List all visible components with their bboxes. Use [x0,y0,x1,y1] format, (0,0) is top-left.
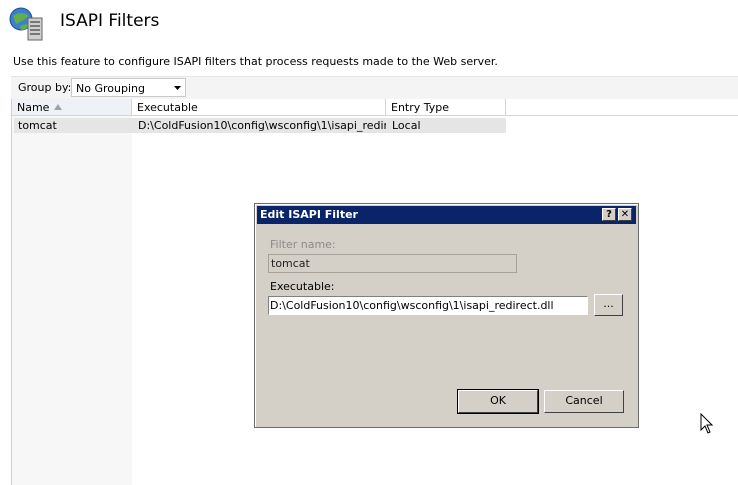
cell-entry-type: Local [392,119,421,132]
column-header-executable[interactable]: Executable [132,99,386,116]
page-description: Use this feature to configure ISAPI filt… [13,55,498,68]
column-header-name[interactable]: Name [12,99,132,116]
page-title: ISAPI Filters [60,11,160,31]
filter-name-field: tomcat [268,254,517,273]
cancel-button[interactable]: Cancel [544,390,624,413]
ok-button[interactable]: OK [457,389,539,414]
chevron-down-icon[interactable] [171,80,184,95]
close-button[interactable]: ✕ [618,208,632,221]
sorted-column-background [12,116,132,485]
sort-ascending-icon [54,104,62,110]
column-header-entry-type[interactable]: Entry Type [386,99,506,116]
column-header-filler [506,99,738,116]
groupby-label: Group by: [18,81,72,94]
groupby-select[interactable]: No Grouping [71,78,186,97]
column-header-label: Executable [137,101,198,114]
groupby-value: No Grouping [76,82,145,95]
dialog-titlebar[interactable]: Edit ISAPI Filter ? ✕ [257,206,636,224]
edit-isapi-filter-dialog: Edit ISAPI Filter ? ✕ Filter name: tomca… [254,203,639,428]
filter-name-value: tomcat [271,257,310,270]
mouse-pointer-icon [700,413,714,434]
cell-executable: D:\ColdFusion10\config\wsconfig\1\isapi_… [138,119,386,132]
column-header-label: Entry Type [391,101,450,114]
iis-filter-icon [9,7,43,41]
browse-button[interactable]: ... [594,294,623,316]
column-header-label: Name [17,101,50,114]
executable-value: D:\ColdFusion10\config\wsconfig\1\isapi_… [270,299,554,312]
dialog-title: Edit ISAPI Filter [260,208,358,221]
executable-input[interactable]: D:\ColdFusion10\config\wsconfig\1\isapi_… [268,296,588,315]
cell-name: tomcat [18,119,57,132]
filter-name-label: Filter name: [270,238,336,251]
groupby-bar: Group by: No Grouping [11,76,738,100]
executable-label: Executable: [270,280,335,293]
table-row[interactable]: tomcat D:\ColdFusion10\config\wsconfig\1… [14,118,506,133]
help-button[interactable]: ? [602,208,616,221]
